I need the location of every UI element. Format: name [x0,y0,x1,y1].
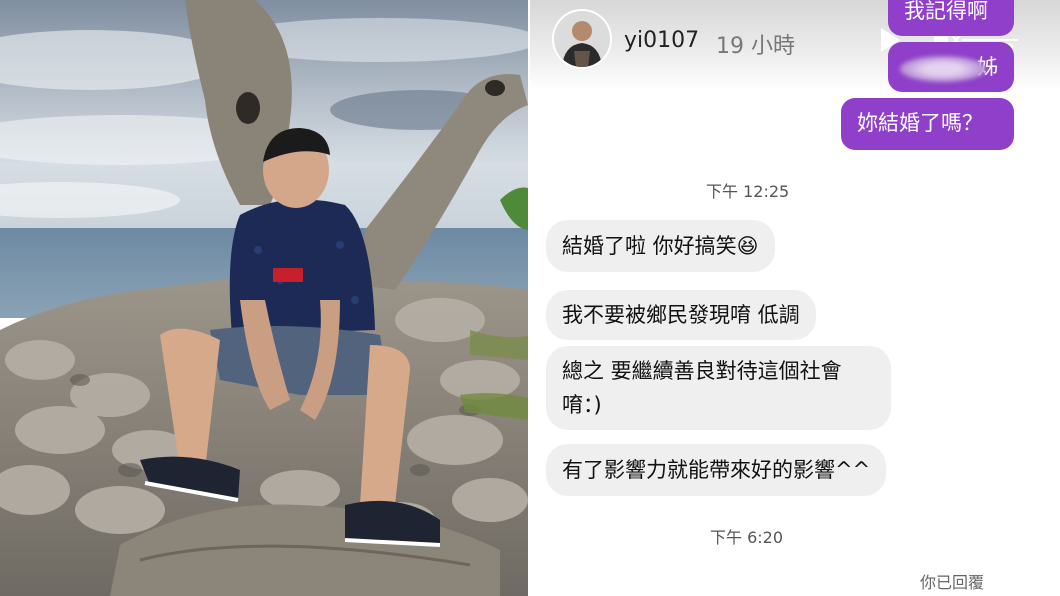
incoming-message: 結婚了啦 你好搞笑😆 [546,220,775,272]
outgoing-message: 妳結婚了嗎？ [841,98,1014,150]
message-text: 結婚了啦 你好搞笑😆 [562,234,759,258]
chat-panel: yi0107 19 小時 我記得啊 姊 妳結婚了嗎？ 下午 12:25 結婚了啦… [530,0,1060,596]
incoming-message: 總之 要繼續善良對待這個社會 唷：) [546,346,891,430]
blurred-name [900,56,986,82]
progress-line [962,39,1018,41]
username[interactable]: yi0107 [624,28,699,53]
avatar[interactable] [554,11,610,67]
message-timestamp: 下午 6:20 [710,528,784,547]
message-text: 我記得啊 [904,0,988,23]
replied-status: 你已回覆 [920,573,985,592]
incoming-message: 我不要被鄉民發現唷 低調 [546,290,816,340]
message-text: 有了影響力就能帶來好的影響^^ [562,458,871,482]
story-photo [0,0,528,596]
message-text: 妳結婚了嗎？ [857,111,983,135]
story-time: 19 小時 [716,34,795,59]
message-text: 唷：) [562,393,602,417]
message-text: 我不要被鄉民發現唷 低調 [562,303,800,327]
incoming-message: 有了影響力就能帶來好的影響^^ [546,444,887,496]
outgoing-message: 我記得啊 [888,0,1014,36]
message-timestamp: 下午 12:25 [706,182,790,201]
message-text: 總之 要繼續善良對待這個社會 [562,359,842,383]
